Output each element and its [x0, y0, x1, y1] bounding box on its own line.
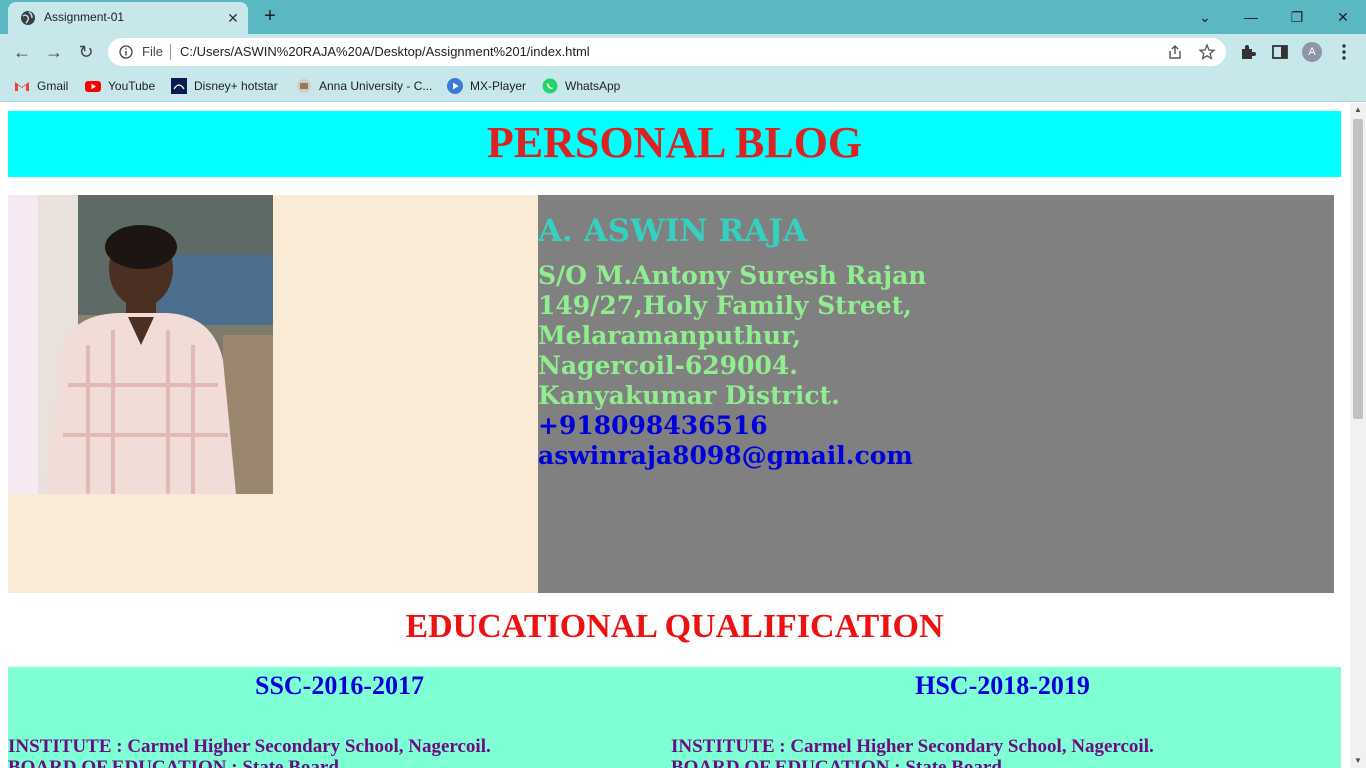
profile-avatar[interactable]: A [1302, 42, 1322, 62]
hsc-heading: HSC-2018-2019 [915, 671, 1090, 700]
hotstar-icon [171, 78, 187, 94]
scroll-up-arrow-icon[interactable]: ▲ [1350, 103, 1366, 117]
ssc-institute: INSTITUTE : Carmel Higher Secondary Scho… [8, 736, 491, 757]
bookmark-anna-university[interactable]: Anna University - C... [296, 76, 432, 96]
anna-university-icon [297, 79, 311, 93]
menu-kebab-icon[interactable] [1334, 42, 1354, 62]
back-button[interactable]: ← [8, 38, 36, 66]
minimize-button[interactable]: — [1238, 4, 1264, 30]
extensions-icon[interactable] [1238, 42, 1258, 62]
education-section-title: EDUCATIONAL QUALIFICATION [405, 608, 944, 645]
contact-info-panel: A. ASWIN RAJA S/O M.Antony Suresh Rajan … [538, 195, 1334, 593]
globe-icon [21, 11, 35, 25]
side-panel-icon[interactable] [1270, 42, 1290, 62]
share-icon[interactable] [1166, 43, 1184, 61]
education-panel: SSC-2016-2017 INSTITUTE : Carmel Higher … [8, 667, 1341, 768]
tab-search-chevron-icon[interactable]: ⌄ [1192, 4, 1218, 30]
forward-button[interactable]: → [40, 38, 68, 66]
gmail-icon [15, 82, 29, 91]
page-scrollbar[interactable]: ▲ ▼ [1350, 103, 1366, 768]
bookmark-whatsapp[interactable]: WhatsApp [542, 76, 620, 96]
bookmark-youtube[interactable]: YouTube [85, 76, 155, 96]
scroll-down-arrow-icon[interactable]: ▼ [1350, 754, 1366, 768]
profile-photo [8, 195, 273, 494]
close-window-button[interactable]: ✕ [1330, 4, 1356, 30]
bookmark-label: Anna University - C... [319, 79, 433, 93]
address-line: Nagercoil-629004. [538, 351, 798, 380]
info-icon[interactable] [119, 45, 133, 59]
mx-player-icon [447, 78, 463, 94]
address-line: Kanyakumar District. [538, 381, 840, 410]
page-viewport: PERSONAL BLOG A. ASWIN RAJA S/O M.Antony… [0, 103, 1350, 768]
photo-panel [8, 195, 538, 593]
bookmark-mx-player[interactable]: MX-Player [447, 76, 526, 96]
bookmark-hotstar[interactable]: Disney+ hotstar [171, 76, 278, 96]
url-scheme-label: File [142, 44, 163, 59]
tab-strip: Assignment-01 ✕ + ⌄ — ❐ ✕ [0, 0, 1366, 34]
hsc-board: BOARD OF EDUCATION : State Board [671, 757, 1002, 768]
email-address: aswinraja8098@gmail.com [538, 441, 913, 470]
bookmark-label: Disney+ hotstar [194, 79, 278, 93]
phone-number: +918098436516 [538, 411, 768, 440]
address-bar[interactable]: File C:/Users/ASWIN%20RAJA%20A/Desktop/A… [108, 38, 1226, 66]
address-separator [170, 44, 171, 60]
scrollbar-thumb[interactable] [1353, 119, 1363, 419]
url-text[interactable]: C:/Users/ASWIN%20RAJA%20A/Desktop/Assign… [180, 44, 590, 59]
profile-name: A. ASWIN RAJA [538, 213, 808, 249]
bookmark-label: Gmail [37, 79, 69, 93]
whatsapp-icon [542, 78, 558, 94]
new-tab-button[interactable]: + [258, 5, 282, 29]
ssc-column: SSC-2016-2017 INSTITUTE : Carmel Higher … [8, 667, 671, 768]
restore-button[interactable]: ❐ [1284, 4, 1310, 30]
address-line: S/O M.Antony Suresh Rajan [538, 261, 927, 290]
bookmark-star-icon[interactable] [1198, 43, 1216, 61]
bookmark-gmail[interactable]: Gmail [14, 76, 68, 96]
bookmark-label: YouTube [108, 79, 156, 93]
hsc-column: HSC-2018-2019 INSTITUTE : Carmel Higher … [671, 667, 1334, 768]
bookmark-label: WhatsApp [565, 79, 621, 93]
hsc-institute: INSTITUTE : Carmel Higher Secondary Scho… [671, 736, 1154, 757]
address-line: 149/27,Holy Family Street, [538, 291, 912, 320]
youtube-icon [85, 81, 101, 92]
close-tab-icon[interactable]: ✕ [223, 8, 243, 28]
blog-header: PERSONAL BLOG [8, 111, 1341, 177]
bookmarks-bar: Gmail YouTube Disney+ hotstar Anna Unive… [0, 70, 1366, 102]
reload-button[interactable]: ↻ [72, 38, 100, 66]
address-line: Melaramanputhur, [538, 321, 802, 350]
bookmark-label: MX-Player [470, 79, 527, 93]
tab-title: Assignment-01 [44, 10, 125, 24]
page-title: PERSONAL BLOG [486, 118, 863, 167]
browser-tab[interactable]: Assignment-01 ✕ [8, 2, 248, 34]
ssc-board: BOARD OF EDUCATION : State Board [8, 757, 339, 768]
ssc-heading: SSC-2016-2017 [254, 671, 424, 700]
